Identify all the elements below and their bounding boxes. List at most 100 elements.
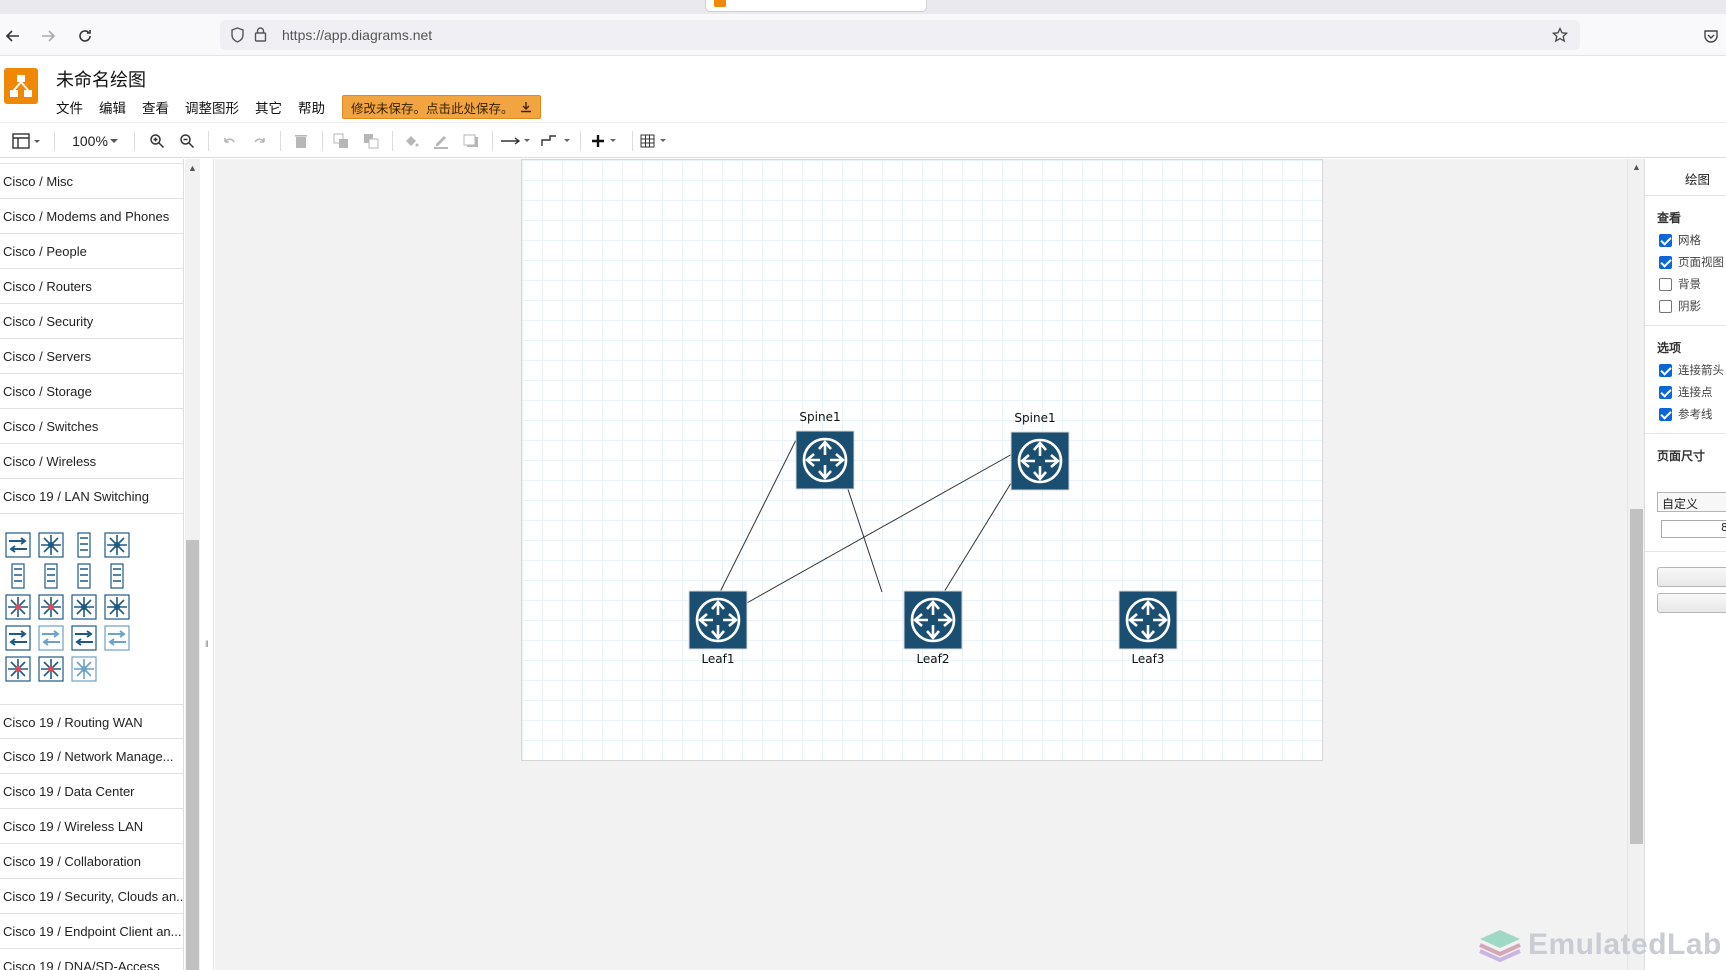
checkbox-grid[interactable]: 网格	[1659, 232, 1701, 248]
palette-shape-star-red-icon[interactable]	[37, 593, 65, 621]
sidebar-item-cisco-switches[interactable]: Cisco / Switches	[0, 409, 183, 444]
sidebar-item-cisco19-network-manage[interactable]: Cisco 19 / Network Manage...	[0, 739, 183, 774]
page-size-select[interactable]: 自定义	[1657, 492, 1726, 512]
edit-data-button[interactable]	[1657, 567, 1726, 587]
page-width-input[interactable]: 8	[1661, 520, 1726, 538]
palette-shape-stack-icon[interactable]	[103, 562, 131, 590]
checkbox-guides[interactable]: 参考线	[1659, 406, 1713, 422]
node-label-spine1b[interactable]: Spine1	[995, 411, 1075, 425]
edge-spine1b-leaf2[interactable]	[943, 474, 1017, 593]
undo-button[interactable]	[218, 130, 240, 152]
clear-default-style-button[interactable]	[1657, 593, 1726, 613]
shadow-button[interactable]	[460, 130, 482, 152]
checkbox-box[interactable]	[1659, 407, 1672, 421]
palette-shape-star-red-icon[interactable]	[4, 593, 32, 621]
checkbox-connection-points[interactable]: 连接点	[1659, 384, 1713, 400]
unsaved-changes-button[interactable]: 修改未保存。点击此处保存。	[342, 95, 541, 119]
palette-shape-star-red-icon[interactable]	[37, 655, 65, 683]
star-icon[interactable]	[1552, 27, 1568, 43]
palette-shape-switch-icon[interactable]	[4, 531, 32, 559]
checkbox-page-view[interactable]: 页面视图	[1659, 254, 1724, 270]
canvas-scrollbar-thumb[interactable]	[1630, 509, 1643, 844]
diagram-canvas[interactable]: Spine1 Spine1 Leaf1 Leaf2 Leaf3	[215, 159, 1627, 970]
checkbox-box[interactable]	[1659, 255, 1672, 269]
menu-view[interactable]: 查看	[142, 97, 169, 117]
sidebar-item-cisco-wireless[interactable]: Cisco / Wireless	[0, 444, 183, 479]
checkbox-background[interactable]: 背景	[1659, 276, 1701, 292]
line-color-button[interactable]	[430, 130, 452, 152]
palette-shape-stack-icon[interactable]	[70, 562, 98, 590]
palette-shape-switch-icon[interactable]	[70, 624, 98, 652]
checkbox-box[interactable]	[1659, 385, 1672, 399]
delete-button[interactable]	[290, 130, 312, 152]
scroll-up-icon[interactable]: ▲	[1632, 162, 1641, 172]
forward-button[interactable]	[35, 23, 61, 49]
sidebar-item-cisco-misc[interactable]: Cisco / Misc	[0, 164, 183, 199]
sidebar-item-cisco19-dna-sd-access[interactable]: Cisco 19 / DNA/SD-Access	[0, 949, 183, 970]
node-spine1b[interactable]	[1010, 431, 1070, 491]
browser-tab-active[interactable]	[705, 0, 927, 12]
tab-diagram[interactable]: 绘图	[1645, 159, 1726, 195]
sidebar-item-cisco-servers[interactable]: Cisco / Servers	[0, 339, 183, 374]
palette-shape-switch-light-icon[interactable]	[103, 624, 131, 652]
pocket-button[interactable]	[1698, 23, 1724, 49]
palette-shape-star-icon[interactable]	[37, 531, 65, 559]
zoom-select[interactable]: 100%	[66, 130, 126, 152]
redo-button[interactable]	[249, 130, 271, 152]
sidebar-scrollbar-thumb[interactable]	[186, 540, 199, 970]
palette-shape-star-icon[interactable]	[103, 593, 131, 621]
node-label-leaf2[interactable]: Leaf2	[893, 652, 973, 666]
zoom-out-button[interactable]	[176, 130, 198, 152]
sidebar-item-cisco-storage[interactable]: Cisco / Storage	[0, 374, 183, 409]
node-leaf3[interactable]	[1118, 590, 1178, 650]
menu-edit[interactable]: 编辑	[99, 97, 126, 117]
insert-button[interactable]	[590, 130, 624, 152]
checkbox-box[interactable]	[1659, 299, 1672, 313]
canvas-scrollbar[interactable]: ▲	[1627, 159, 1644, 970]
edge-spine1b-leaf1[interactable]	[744, 452, 1015, 605]
palette-shape-switch-icon[interactable]	[4, 624, 32, 652]
edge-spine1a-leaf1[interactable]	[719, 431, 801, 593]
palette-shape-switch-light-icon[interactable]	[37, 624, 65, 652]
fill-color-button[interactable]	[400, 130, 422, 152]
node-label-leaf1[interactable]: Leaf1	[678, 652, 758, 666]
node-label-leaf3[interactable]: Leaf3	[1108, 652, 1188, 666]
palette-shape-stack-icon[interactable]	[4, 562, 32, 590]
palette-shape-star-red-icon[interactable]	[4, 655, 32, 683]
checkbox-shadow[interactable]: 阴影	[1659, 298, 1701, 314]
menu-arrange[interactable]: 调整图形	[185, 97, 239, 117]
document-title[interactable]: 未命名绘图	[56, 66, 146, 92]
node-leaf2[interactable]	[903, 590, 963, 650]
palette-shape-star-light-icon[interactable]	[70, 655, 98, 683]
checkbox-box[interactable]	[1659, 277, 1672, 291]
sidebar-item-cisco-security[interactable]: Cisco / Security	[0, 304, 183, 339]
palette-shape-star-small-icon[interactable]	[103, 531, 131, 559]
menu-help[interactable]: 帮助	[298, 97, 325, 117]
sidebar-item-cisco19-endpoint-client[interactable]: Cisco 19 / Endpoint Client an...	[0, 914, 183, 949]
sidebar-item-cisco19-wireless-lan[interactable]: Cisco 19 / Wireless LAN	[0, 809, 183, 844]
table-button[interactable]	[640, 130, 674, 152]
waypoints-button[interactable]	[540, 130, 574, 152]
node-label-spine1a[interactable]: Spine1	[780, 410, 860, 424]
menu-extras[interactable]: 其它	[255, 97, 282, 117]
zoom-in-button[interactable]	[146, 130, 168, 152]
checkbox-connection-arrows[interactable]: 连接箭头	[1659, 362, 1724, 378]
to-back-button[interactable]	[360, 130, 382, 152]
address-bar[interactable]: https://app.diagrams.net	[220, 20, 1580, 50]
connection-style-button[interactable]	[500, 130, 534, 152]
sidebar-scrollbar[interactable]: ▲	[185, 159, 200, 970]
sidebar-item-cisco19-data-center[interactable]: Cisco 19 / Data Center	[0, 774, 183, 809]
menu-file[interactable]: 文件	[56, 97, 83, 117]
palette-shape-star-small-icon[interactable]	[70, 593, 98, 621]
sidebar-splitter[interactable]: ‖	[200, 159, 214, 970]
panel-toggle-button[interactable]	[8, 130, 44, 152]
reload-button[interactable]	[72, 23, 98, 49]
to-front-button[interactable]	[330, 130, 352, 152]
node-leaf1[interactable]	[688, 590, 748, 650]
checkbox-box[interactable]	[1659, 233, 1672, 247]
drawio-logo[interactable]	[4, 68, 38, 104]
diagram-page[interactable]: Spine1 Spine1 Leaf1 Leaf2 Leaf3	[521, 159, 1323, 761]
sidebar-item-cisco-modems[interactable]: Cisco / Modems and Phones	[0, 199, 183, 234]
back-button[interactable]	[0, 23, 26, 49]
palette-shape-stack-icon[interactable]	[37, 562, 65, 590]
